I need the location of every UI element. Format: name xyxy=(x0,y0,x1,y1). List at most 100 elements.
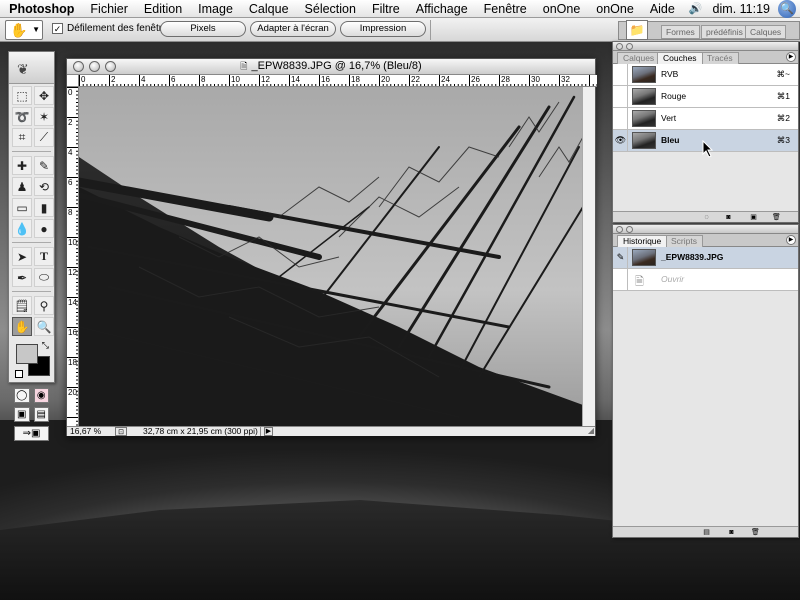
new-document-from-state-icon[interactable]: ▤ xyxy=(701,528,712,537)
well-tab-layers[interactable]: Calques xyxy=(745,25,787,39)
gradient-tool-icon[interactable]: ▮ xyxy=(34,198,54,217)
blur-tool-icon[interactable]: 💧 xyxy=(12,219,32,238)
image-canvas[interactable] xyxy=(79,87,583,426)
hand-tool-icon[interactable]: ✋ xyxy=(12,317,32,336)
document-title-bar[interactable]: 🗎 _EPW8839.JPG @ 16,7% (Bleu/8) xyxy=(67,59,595,75)
eyedropper-tool-icon[interactable]: ⚲ xyxy=(34,296,54,315)
marquee-tool-icon[interactable]: ⬚ xyxy=(12,86,32,105)
zoom-tool-icon[interactable]: 🔍 xyxy=(34,317,54,336)
tab-channels[interactable]: Couches xyxy=(657,52,703,64)
pen-tool-icon[interactable]: ✒ xyxy=(12,268,32,287)
eye-icon[interactable]: 👁 xyxy=(614,130,628,151)
type-tool-icon[interactable]: T xyxy=(34,247,54,266)
magic-wand-tool-icon[interactable]: ✶ xyxy=(34,107,54,126)
well-tab-presets[interactable]: prédéfinis xyxy=(701,25,748,39)
actual-pixels-button[interactable]: Pixels xyxy=(160,21,246,37)
menu-app-name[interactable]: Photoshop xyxy=(1,2,82,16)
palette-menu-icon[interactable]: ▶ xyxy=(786,52,796,62)
status-menu-arrow-icon[interactable]: ▶ xyxy=(264,427,273,436)
menu-selection[interactable]: Sélection xyxy=(297,2,364,16)
channel-row-rvb[interactable]: RVB ⌘~ xyxy=(613,64,798,86)
palette-close-button[interactable] xyxy=(616,226,623,233)
horizontal-ruler[interactable]: 0 2 4 6 8 10 12 14 16 18 20 22 24 26 28 … xyxy=(79,75,597,87)
print-size-button[interactable]: Impression xyxy=(340,21,426,37)
visibility-toggle[interactable] xyxy=(614,86,628,107)
volume-icon[interactable]: 🔊 xyxy=(683,2,709,15)
visibility-toggle[interactable] xyxy=(614,64,628,85)
new-channel-icon[interactable]: ▣ xyxy=(748,213,759,222)
quick-mask-mode-icon[interactable]: ◉ xyxy=(33,388,49,403)
trash-icon[interactable]: 🗑 xyxy=(750,528,761,537)
menu-fenetre[interactable]: Fenêtre xyxy=(476,2,535,16)
menu-onone-2[interactable]: onOne xyxy=(588,2,642,16)
channel-row-vert[interactable]: Vert ⌘2 xyxy=(613,108,798,130)
palette-collapse-button[interactable] xyxy=(626,43,633,50)
screen-mode-full-menu-icon[interactable]: ▤ xyxy=(33,407,49,422)
default-colors-icon[interactable] xyxy=(15,370,23,378)
swap-colors-icon[interactable]: ⤡ xyxy=(42,340,49,351)
history-brush-source-icon[interactable]: ✎ xyxy=(614,247,628,268)
new-snapshot-icon[interactable]: ◙ xyxy=(726,528,737,537)
tool-preset-picker[interactable]: ✋ ▼ xyxy=(5,20,43,40)
jump-to-imageready-icon[interactable]: ⇒▣ xyxy=(14,426,49,441)
eraser-tool-icon[interactable]: ▭ xyxy=(12,198,32,217)
fit-screen-button[interactable]: Adapter à l'écran xyxy=(250,21,336,37)
screen-mode-standard-icon[interactable]: ▣ xyxy=(14,407,30,422)
history-brush-tool-icon[interactable]: ⟲ xyxy=(34,177,54,196)
spotlight-icon[interactable]: 🔍 xyxy=(778,0,796,18)
channels-palette-title-bar[interactable] xyxy=(613,42,798,51)
menu-fichier[interactable]: Fichier xyxy=(82,2,136,16)
tools-palette-header[interactable]: ❦ xyxy=(9,52,54,84)
vertical-ruler[interactable]: 0 2 4 6 8 10 12 14 16 18 20 xyxy=(67,87,79,426)
tab-history[interactable]: Historique xyxy=(617,235,668,247)
tab-scripts[interactable]: Scripts xyxy=(665,235,703,247)
menu-filtre[interactable]: Filtre xyxy=(364,2,408,16)
vertical-scrollbar[interactable] xyxy=(582,87,595,426)
zoom-button[interactable] xyxy=(105,61,116,72)
history-palette-title-bar[interactable] xyxy=(613,225,798,234)
move-tool-icon[interactable]: ✥ xyxy=(34,86,54,105)
minimize-button[interactable] xyxy=(89,61,100,72)
file-browser-icon[interactable]: 📁 xyxy=(626,20,648,40)
menu-onone-1[interactable]: onOne xyxy=(535,2,589,16)
stamp-tool-icon[interactable]: ♟ xyxy=(12,177,32,196)
scroll-all-windows-checkbox[interactable]: ✓ xyxy=(52,23,63,34)
palette-menu-icon[interactable]: ▶ xyxy=(786,235,796,245)
lasso-tool-icon[interactable]: ➰ xyxy=(12,107,32,126)
status-preview-icon[interactable]: ⊡ xyxy=(115,427,127,436)
history-snapshot[interactable]: ✎ _EPW8839.JPG xyxy=(613,247,798,269)
history-state[interactable]: 🗎 Ouvrir xyxy=(613,269,798,291)
menu-edition[interactable]: Edition xyxy=(136,2,190,16)
close-button[interactable] xyxy=(73,61,84,72)
path-selection-tool-icon[interactable]: ➤ xyxy=(12,247,32,266)
standard-mode-icon[interactable]: ◯ xyxy=(14,388,30,403)
zoom-level-field[interactable]: 16,67 % xyxy=(70,427,110,436)
visibility-toggle[interactable] xyxy=(614,108,628,129)
slice-tool-icon[interactable]: ⟋ xyxy=(34,128,54,147)
menu-image[interactable]: Image xyxy=(190,2,241,16)
foreground-color-swatch[interactable] xyxy=(16,344,38,364)
well-tab-shapes[interactable]: Formes xyxy=(661,25,700,39)
palette-collapse-button[interactable] xyxy=(626,226,633,233)
menu-aide[interactable]: Aide xyxy=(642,2,683,16)
save-selection-icon[interactable]: ◙ xyxy=(723,213,734,222)
tab-layers[interactable]: Calques xyxy=(617,52,661,64)
palette-close-button[interactable] xyxy=(616,43,623,50)
notes-tool-icon[interactable]: 🗒 xyxy=(12,296,32,315)
menu-clock[interactable]: dim. 11:19 xyxy=(709,2,774,16)
tab-paths[interactable]: Tracés xyxy=(701,52,739,64)
resize-grip-icon[interactable]: ◢ xyxy=(588,426,594,435)
dodge-tool-icon[interactable]: ● xyxy=(34,219,54,238)
brush-tool-icon[interactable]: ✎ xyxy=(34,156,54,175)
trash-icon[interactable]: 🗑 xyxy=(771,213,782,222)
channel-row-rouge[interactable]: Rouge ⌘1 xyxy=(613,86,798,108)
history-brush-source-toggle[interactable] xyxy=(614,269,628,290)
shape-tool-icon[interactable]: ⬭ xyxy=(34,268,54,287)
scroll-all-windows-option[interactable]: ✓ Défilement des fenêtres xyxy=(52,23,173,34)
ruler-origin[interactable] xyxy=(67,75,79,87)
menu-affichage[interactable]: Affichage xyxy=(408,2,476,16)
load-selection-icon[interactable]: ◌ xyxy=(701,213,712,222)
healing-brush-tool-icon[interactable]: ✚ xyxy=(12,156,32,175)
menu-calque[interactable]: Calque xyxy=(241,2,297,16)
crop-tool-icon[interactable]: ⌗ xyxy=(12,128,32,147)
